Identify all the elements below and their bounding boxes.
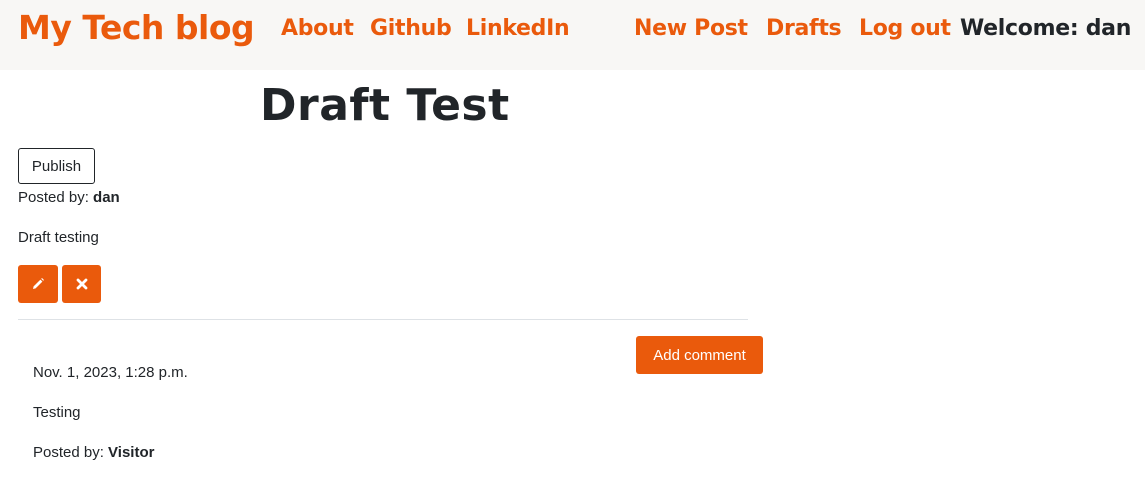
- pencil-icon: [31, 277, 45, 291]
- divider: [18, 319, 748, 320]
- publish-button[interactable]: Publish: [18, 148, 95, 184]
- post-author: dan: [93, 189, 120, 206]
- post-body: Draft testing: [18, 229, 99, 246]
- edit-post-button[interactable]: [18, 265, 58, 303]
- comment-text: Testing: [33, 404, 81, 421]
- posted-by-label: Posted by:: [18, 189, 94, 206]
- post-title: Draft Test: [260, 80, 510, 131]
- post-author-line: Posted by: dan: [18, 189, 120, 206]
- nav-link-linkedin[interactable]: LinkedIn: [466, 16, 570, 41]
- comment-date: Nov. 1, 2023, 1:28 p.m.: [33, 364, 188, 381]
- delete-post-button[interactable]: [62, 265, 101, 303]
- nav-link-logout[interactable]: Log out: [859, 16, 951, 41]
- nav-link-new-post[interactable]: New Post: [634, 16, 748, 41]
- comment-author-line: Posted by: Visitor: [33, 444, 154, 461]
- comment-author: Visitor: [108, 444, 155, 461]
- welcome-prefix: Welcome:: [960, 16, 1086, 41]
- nav-link-github[interactable]: Github: [370, 16, 452, 41]
- welcome-username: dan: [1085, 16, 1132, 41]
- comment-posted-by-label: Posted by:: [33, 444, 109, 461]
- nav-link-about[interactable]: About: [281, 16, 354, 41]
- times-icon: [76, 278, 88, 290]
- brand-link[interactable]: My Tech blog: [18, 8, 255, 47]
- add-comment-button[interactable]: Add comment: [636, 336, 763, 374]
- navbar: My Tech blog About Github LinkedIn New P…: [0, 0, 1145, 70]
- welcome-text: Welcome: dan: [960, 16, 1131, 41]
- nav-link-drafts[interactable]: Drafts: [766, 16, 842, 41]
